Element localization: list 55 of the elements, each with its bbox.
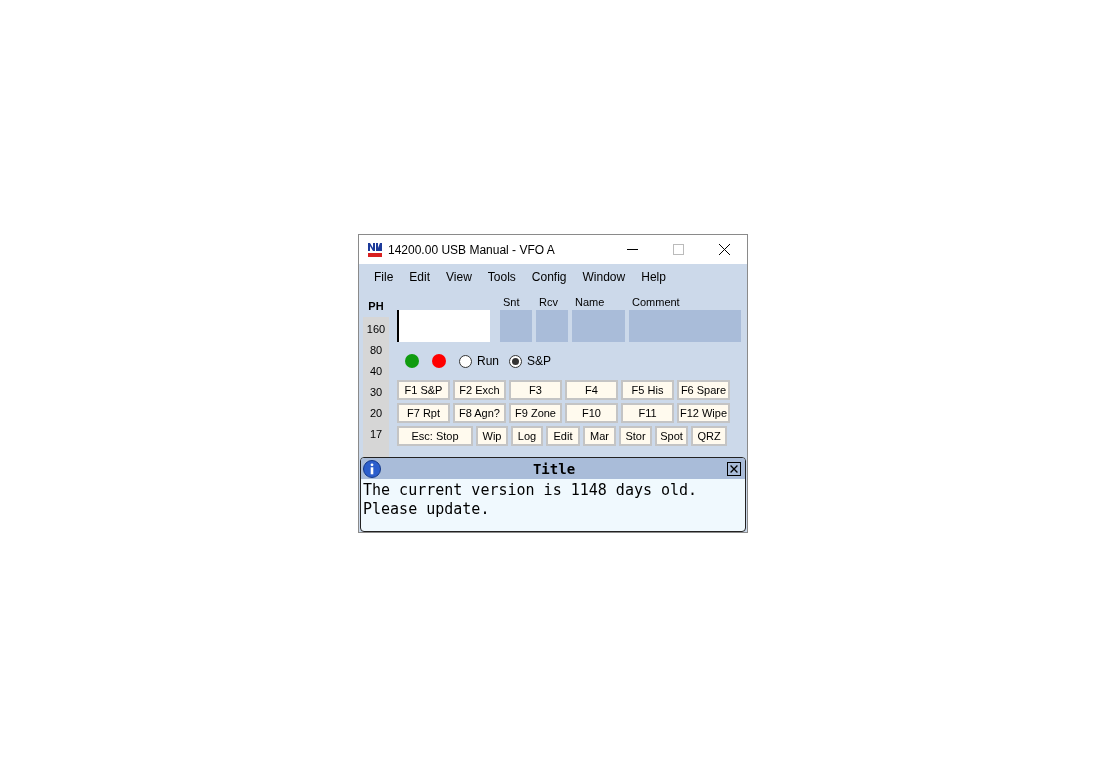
band-label[interactable]: 20: [369, 403, 383, 424]
band-label[interactable]: 40: [369, 361, 383, 382]
function-key-button[interactable]: Log: [511, 426, 543, 446]
menu-item[interactable]: Window: [574, 270, 634, 284]
field-label: Comment: [631, 296, 681, 309]
band-label[interactable]: 30: [369, 382, 383, 403]
close-icon[interactable]: [727, 461, 741, 476]
app-logo-icon: [367, 241, 383, 258]
function-key-button[interactable]: F9 Zone: [509, 403, 562, 423]
function-key-button[interactable]: F7 Rpt: [397, 403, 450, 423]
radio-button[interactable]: [459, 354, 472, 368]
menu-item[interactable]: Help: [633, 270, 674, 284]
radio-label: Run: [477, 354, 499, 368]
radio-button[interactable]: [509, 354, 522, 368]
window-title: 14200.00 USB Manual - VFO A: [388, 242, 556, 257]
function-key-button[interactable]: Wip: [476, 426, 508, 446]
menu-item[interactable]: Edit: [401, 270, 439, 284]
field-label: Snt: [502, 296, 521, 309]
report-field[interactable]: [536, 310, 568, 342]
function-key-button[interactable]: Stor: [619, 426, 652, 446]
function-key-button[interactable]: Edit: [546, 426, 580, 446]
callsign-field[interactable]: [397, 310, 490, 342]
radio-label: S&P: [527, 354, 552, 368]
message-text: The current version is 1148 days old.: [363, 481, 699, 500]
popup-title: Title: [531, 460, 577, 477]
band-label[interactable]: 80: [369, 340, 383, 361]
function-key-button[interactable]: Mar: [583, 426, 616, 446]
function-key-button[interactable]: F2 Exch: [453, 380, 506, 400]
function-key-button[interactable]: F11: [621, 403, 674, 423]
function-key-button[interactable]: Spot: [655, 426, 688, 446]
mode-label: PH: [368, 300, 384, 314]
report-field[interactable]: [500, 310, 532, 342]
function-key-button[interactable]: F1 S&P: [397, 380, 450, 400]
name-field[interactable]: [572, 310, 625, 342]
menu-item[interactable]: File: [366, 270, 402, 284]
function-key-button[interactable]: Esc: Stop: [397, 426, 473, 446]
function-key-button[interactable]: F8 Agn?: [453, 403, 506, 423]
menu-item[interactable]: View: [438, 270, 480, 284]
menu-item[interactable]: Tools: [479, 270, 524, 284]
function-key-button[interactable]: F12 Wipe: [677, 403, 730, 423]
function-key-button[interactable]: F3: [509, 380, 562, 400]
field-label: Rcv: [538, 296, 559, 309]
function-key-button[interactable]: F6 Spare: [677, 380, 730, 400]
band-label[interactable]: 17: [369, 424, 383, 445]
menu-item[interactable]: Config: [523, 270, 575, 284]
comment-field[interactable]: [629, 310, 741, 342]
message-text: Please update.: [363, 500, 491, 519]
function-key-button[interactable]: F4: [565, 380, 618, 400]
field-label: Name: [574, 296, 606, 309]
function-key-button[interactable]: F5 His: [621, 380, 674, 400]
function-key-button[interactable]: F10: [565, 403, 618, 423]
close-icon[interactable]: [718, 244, 730, 255]
band-label[interactable]: 160: [366, 319, 386, 340]
function-key-button[interactable]: QRZ: [691, 426, 727, 446]
info-icon: [363, 459, 381, 478]
